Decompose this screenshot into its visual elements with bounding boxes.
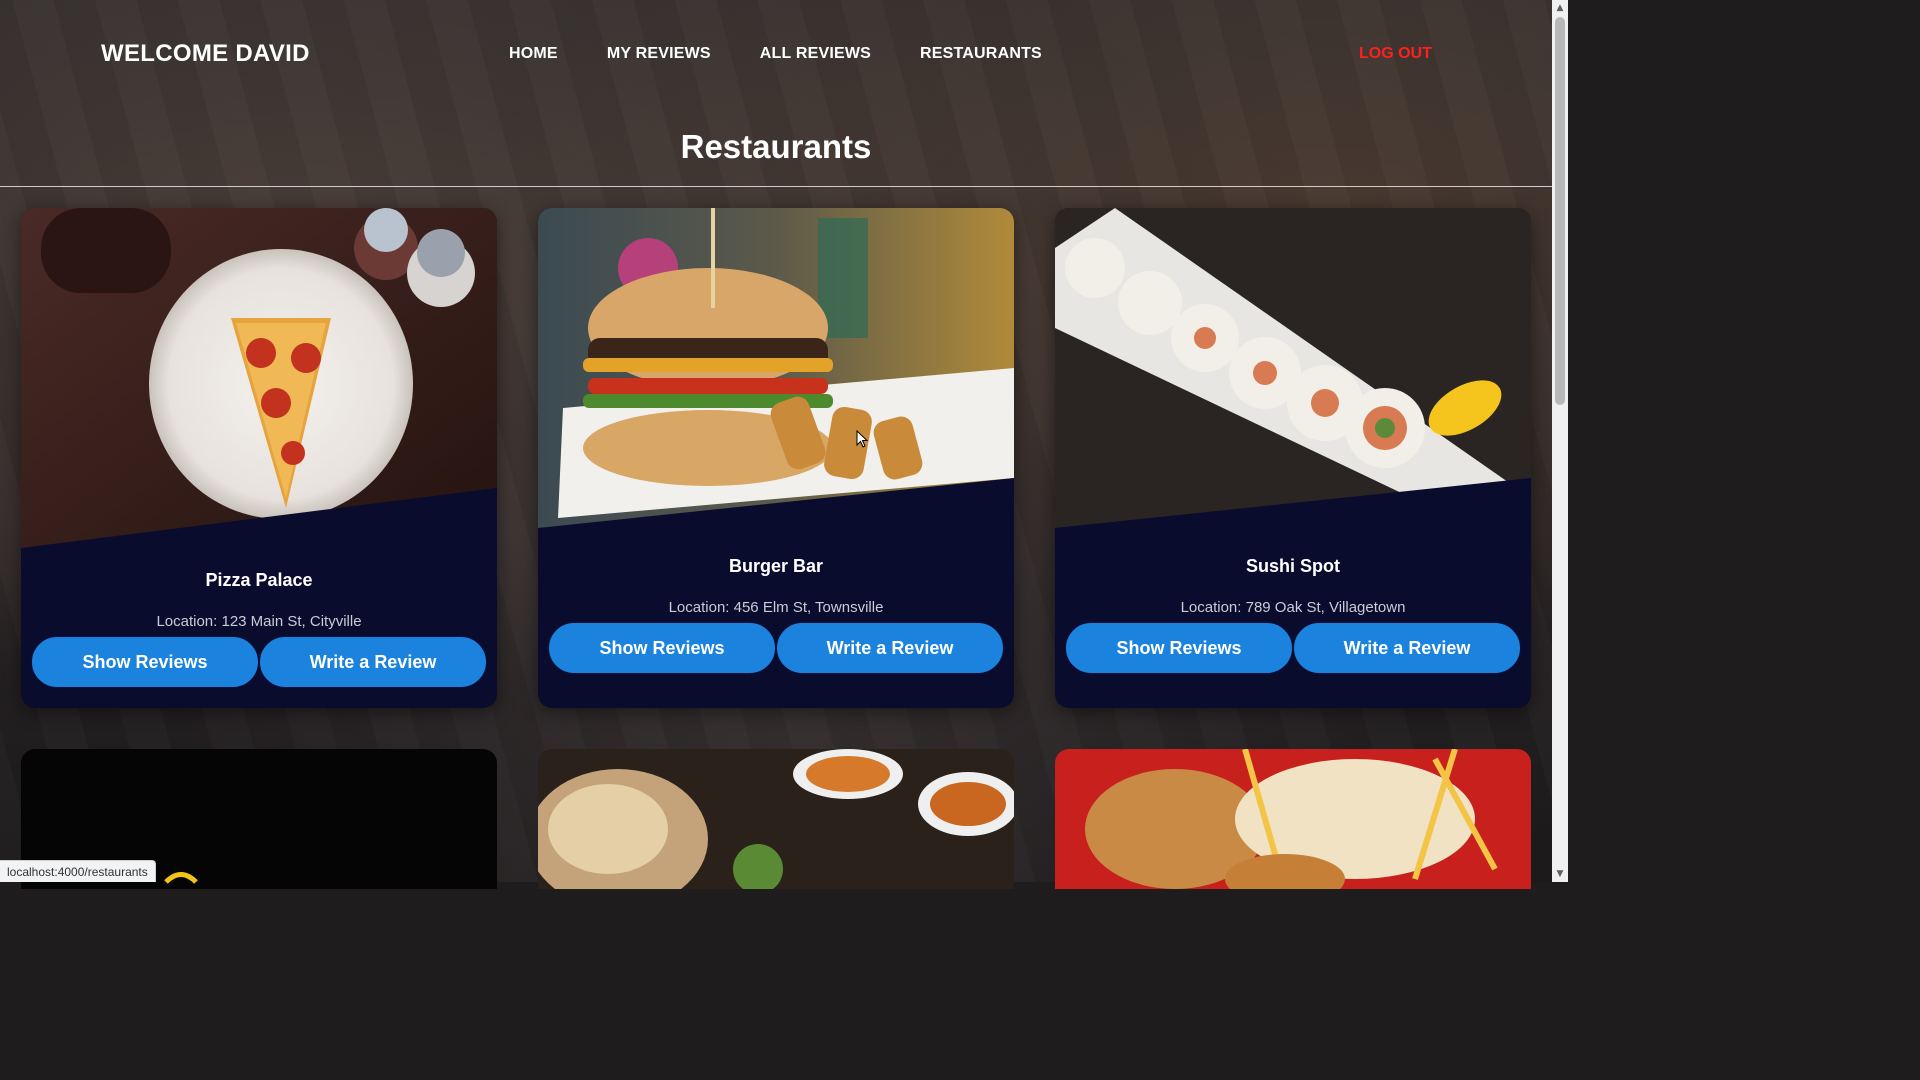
mouse-cursor-icon [856,430,868,448]
page-title: Restaurants [680,128,872,165]
welcome-text: WELCOME DAVID [101,40,310,67]
scroll-down-arrow-icon[interactable]: ▼ [1552,866,1568,882]
restaurant-card-burger-bar: Burger Bar Location: 456 Elm St, Townsvi… [538,208,1014,708]
status-bar-url: localhost:4000/restaurants [0,860,156,882]
nav-restaurants[interactable]: RESTAURANTS [920,45,1042,63]
show-reviews-button[interactable]: Show Reviews [548,622,776,674]
restaurant-card-sushi-spot: Sushi Spot Location: 789 Oak St, Village… [1055,208,1531,708]
nav-all-reviews[interactable]: ALL REVIEWS [760,45,871,63]
write-review-button[interactable]: Write a Review [776,622,1004,674]
nav-my-reviews[interactable]: MY REVIEWS [607,45,711,63]
restaurant-name: Burger Bar [728,556,824,576]
restaurant-photo-sushi [1055,208,1531,548]
show-reviews-button[interactable]: Show Reviews [31,636,259,688]
nav-home[interactable]: HOME [509,45,558,63]
restaurant-photo-burger [538,208,1014,548]
scrollbar-thumb[interactable] [1555,17,1565,405]
write-review-button[interactable]: Write a Review [1293,622,1521,674]
vertical-scrollbar[interactable]: ▲ ▼ [1552,0,1568,882]
scroll-up-arrow-icon[interactable]: ▲ [1552,0,1568,16]
restaurant-name: Sushi Spot [1246,556,1340,576]
title-divider [0,186,1552,187]
restaurant-photo [538,749,1014,889]
restaurant-card-pizza-palace: Pizza Palace Location: 123 Main St, City… [21,208,497,708]
restaurant-location: Location: 789 Oak St, Villagetown [1180,599,1406,616]
restaurant-location: Location: 123 Main St, Cityville [156,613,362,630]
logout-link[interactable]: LOG OUT [1359,45,1432,63]
restaurant-location: Location: 456 Elm St, Townsville [668,599,884,616]
restaurant-name: Pizza Palace [205,570,313,590]
show-reviews-button[interactable]: Show Reviews [1065,622,1293,674]
main-nav: HOME MY REVIEWS ALL REVIEWS RESTAURANTS [509,45,1091,63]
restaurant-card-row2-3 [1055,749,1531,889]
restaurants-page: WELCOME DAVID HOME MY REVIEWS ALL REVIEW… [0,0,1552,889]
restaurant-photo [1055,749,1531,889]
top-nav-bar: WELCOME DAVID HOME MY REVIEWS ALL REVIEW… [0,0,1552,108]
restaurant-card-row2-2 [538,749,1014,889]
restaurant-photo-pizza [21,208,497,548]
write-review-button[interactable]: Write a Review [259,636,487,688]
